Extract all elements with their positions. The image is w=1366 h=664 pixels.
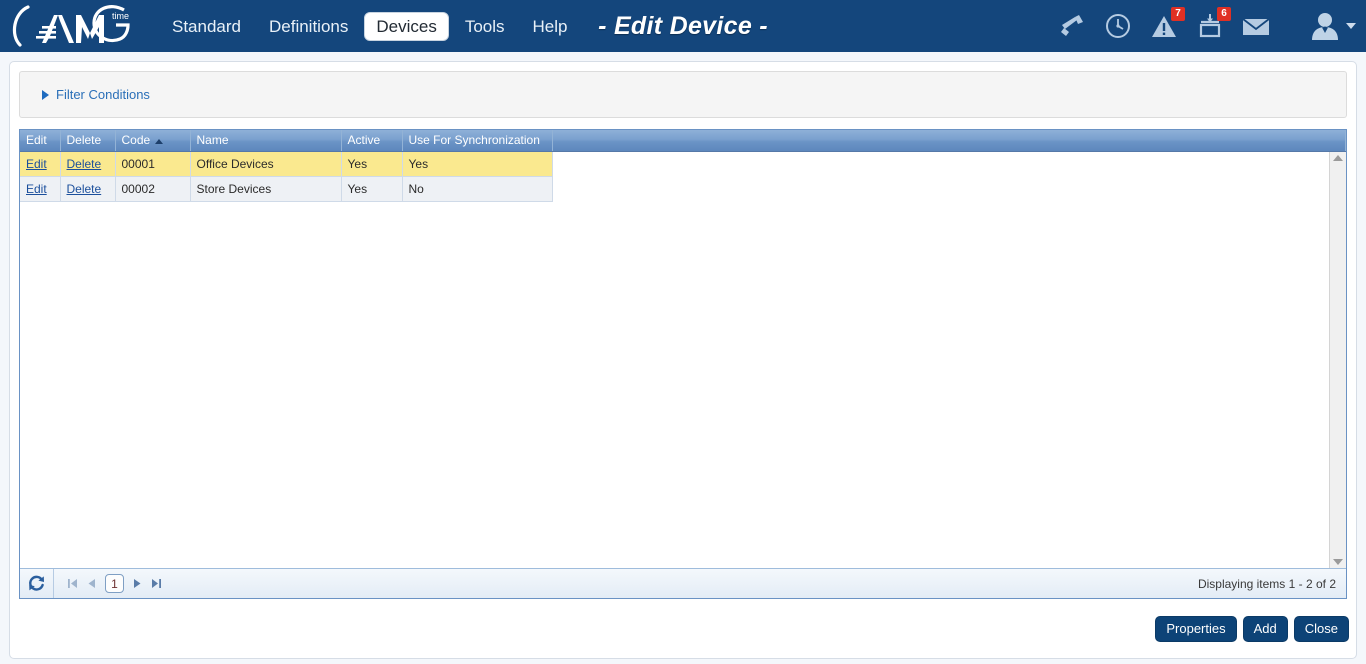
- navbar-icon-tray: 7 6: [1057, 0, 1356, 52]
- top-navbar: time Standard Definitions Devices Tools …: [0, 0, 1366, 52]
- row-code-cell: 00002: [115, 176, 191, 202]
- table-row[interactable]: Edit Delete 00001 Office Devices Yes Yes: [20, 151, 1329, 177]
- pager-navigation: 1: [54, 574, 162, 593]
- add-button[interactable]: Add: [1242, 616, 1288, 642]
- footer-action-bar: Properties Add Close: [1155, 616, 1349, 642]
- grid-rows-container: Edit Delete 00001 Office Devices Yes Yes…: [20, 151, 1329, 568]
- nav-item-tools[interactable]: Tools: [453, 12, 517, 41]
- delete-link[interactable]: Delete: [67, 182, 102, 196]
- grid-pager: 1 Displaying items 1 - 2 of 2: [20, 568, 1346, 598]
- pager-status-text: Displaying items 1 - 2 of 2: [1197, 576, 1336, 591]
- column-header-code-label: Code: [121, 133, 151, 148]
- warning-icon[interactable]: 7: [1149, 7, 1185, 41]
- filter-conditions-label: Filter Conditions: [56, 87, 150, 102]
- nav-item-devices[interactable]: Devices: [364, 11, 449, 41]
- user-avatar-icon: [1312, 13, 1338, 40]
- refresh-button[interactable]: [20, 569, 54, 598]
- nav-item-standard[interactable]: Standard: [160, 12, 253, 41]
- grid-vertical-scrollbar[interactable]: [1329, 151, 1346, 568]
- refresh-icon: [29, 575, 44, 591]
- next-page-button[interactable]: [133, 578, 142, 589]
- main-menu: Standard Definitions Devices Tools Help: [160, 11, 580, 41]
- row-filler-cell: [552, 176, 1329, 202]
- user-menu[interactable]: [1309, 11, 1356, 41]
- amg-time-logo[interactable]: time: [0, 0, 152, 52]
- row-active-cell: Yes: [341, 176, 403, 202]
- row-edit-cell[interactable]: Edit: [20, 151, 61, 177]
- column-header-use-for-synchronization[interactable]: Use For Synchronization: [402, 130, 553, 152]
- scroll-down-icon[interactable]: [1333, 559, 1343, 565]
- nav-item-definitions[interactable]: Definitions: [257, 12, 360, 41]
- properties-button[interactable]: Properties: [1155, 616, 1237, 642]
- column-header-filler: [552, 130, 1346, 152]
- sort-ascending-icon: [155, 138, 164, 144]
- scroll-up-icon[interactable]: [1333, 154, 1343, 161]
- grid-body: Edit Delete 00001 Office Devices Yes Yes…: [20, 151, 1346, 568]
- first-page-button[interactable]: [67, 578, 78, 589]
- chevron-right-icon: [42, 89, 49, 100]
- row-name-cell: Office Devices: [190, 151, 342, 177]
- inbox-badge-count: 6: [1217, 7, 1231, 21]
- row-delete-cell[interactable]: Delete: [60, 151, 116, 177]
- column-header-name[interactable]: Name: [190, 130, 342, 152]
- chevron-down-icon: [1346, 23, 1356, 29]
- logo-icon: time: [12, 5, 130, 47]
- row-edit-cell[interactable]: Edit: [20, 176, 61, 202]
- row-code-cell: 00001: [115, 151, 191, 177]
- edit-link[interactable]: Edit: [26, 157, 47, 171]
- previous-page-button[interactable]: [87, 578, 96, 589]
- grid-header-row: Edit Delete Code Name Active Use For Syn…: [20, 130, 1346, 152]
- close-button[interactable]: Close: [1293, 616, 1349, 642]
- row-sync-cell: No: [402, 176, 553, 202]
- nav-item-help[interactable]: Help: [521, 12, 580, 41]
- row-delete-cell[interactable]: Delete: [60, 176, 116, 202]
- main-content-panel: Filter Conditions Edit Delete Code Name …: [9, 61, 1357, 659]
- row-filler-cell: [552, 151, 1329, 177]
- warning-badge-count: 7: [1171, 7, 1185, 21]
- filter-conditions-toggle[interactable]: Filter Conditions: [42, 87, 150, 102]
- grid-header-table: Edit Delete Code Name Active Use For Syn…: [20, 130, 1346, 152]
- current-page-number[interactable]: 1: [105, 574, 124, 593]
- column-header-delete[interactable]: Delete: [60, 130, 116, 152]
- delete-link[interactable]: Delete: [67, 157, 102, 171]
- last-page-button[interactable]: [151, 578, 162, 589]
- clock-icon[interactable]: [1103, 11, 1133, 41]
- row-sync-cell: Yes: [402, 151, 553, 177]
- svg-text:time: time: [112, 11, 129, 21]
- inbox-icon[interactable]: 6: [1195, 7, 1231, 41]
- edit-link[interactable]: Edit: [26, 182, 47, 196]
- filter-conditions-panel: Filter Conditions: [19, 71, 1347, 118]
- row-name-cell: Store Devices: [190, 176, 342, 202]
- table-row[interactable]: Edit Delete 00002 Store Devices Yes No: [20, 176, 1329, 202]
- grid-body-table: Edit Delete 00001 Office Devices Yes Yes…: [20, 151, 1329, 202]
- row-active-cell: Yes: [341, 151, 403, 177]
- envelope-icon[interactable]: [1241, 11, 1271, 41]
- column-header-edit[interactable]: Edit: [20, 130, 61, 152]
- megaphone-icon[interactable]: [1057, 11, 1087, 41]
- column-header-code[interactable]: Code: [115, 130, 191, 152]
- column-header-active[interactable]: Active: [341, 130, 403, 152]
- devices-grid: Edit Delete Code Name Active Use For Syn…: [19, 129, 1347, 599]
